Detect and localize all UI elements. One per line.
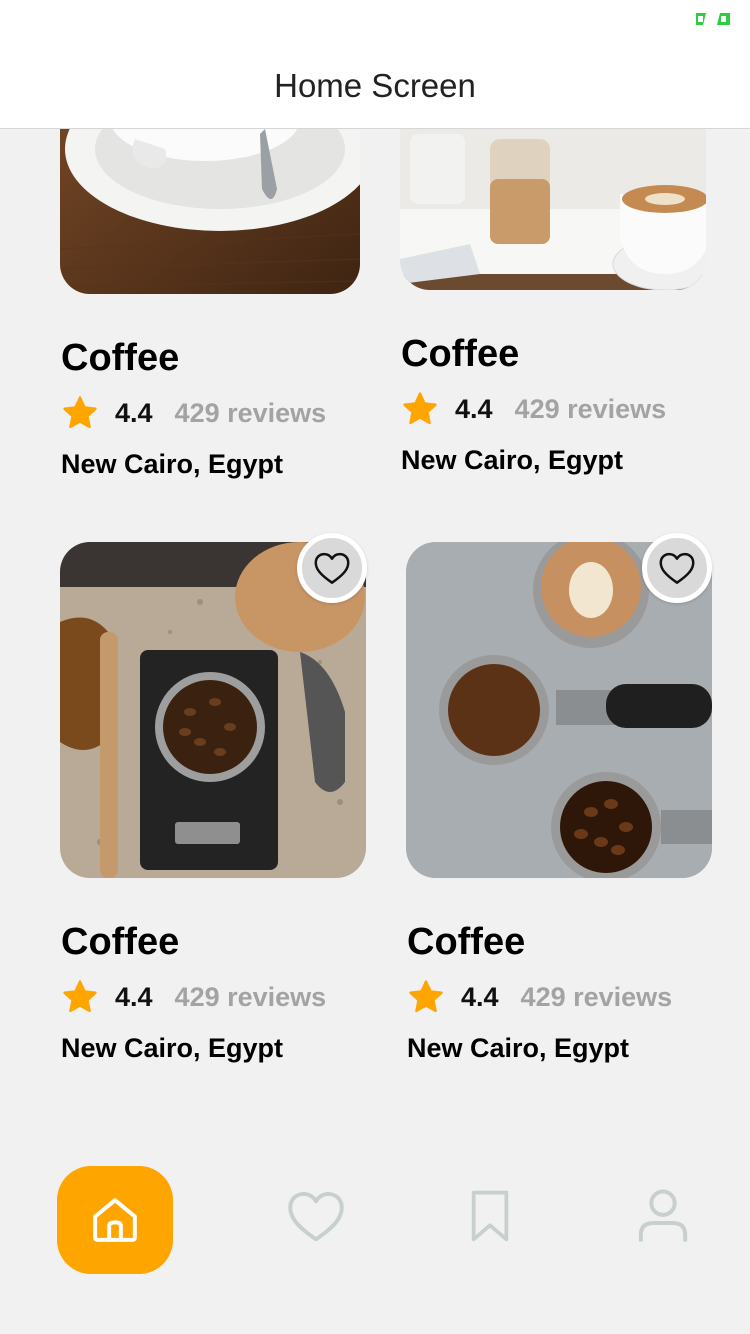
place-location: New Cairo, Egypt [407,1033,630,1063]
tab-bookmarks[interactable] [440,1166,540,1266]
tab-profile[interactable] [613,1166,713,1266]
rating-value: 4.4 [115,397,153,428]
favorite-button[interactable] [297,533,367,603]
tab-favorites[interactable] [266,1166,366,1266]
review-count: 429 reviews [174,981,327,1012]
review-count: 429 reviews [514,393,667,424]
star-icon [409,980,443,1013]
review-count: 429 reviews [520,981,673,1012]
review-count: 429 reviews [174,397,327,428]
rating-row: 4.4 429 reviews [61,978,326,1016]
place-card[interactable]: Coffee 4.4 429 reviews New Cairo, Egypt [0,529,375,1089]
battery-icon [696,13,730,25]
bookmark-icon [471,1190,509,1242]
place-title: Coffee [407,921,526,963]
heart-icon [314,552,350,584]
place-title: Coffee [61,921,180,963]
place-card[interactable]: Coffee 4.4 429 reviews New Cairo, Egypt [375,129,750,489]
rating-value: 4.4 [455,393,493,424]
rating-row: 4.4 429 reviews [401,390,666,428]
rating-value: 4.4 [461,981,499,1012]
place-card[interactable]: Coffee 4.4 429 reviews New Cairo, Egypt [375,529,750,1089]
page-title: Home Screen [274,67,476,104]
place-location: New Cairo, Egypt [61,1033,284,1063]
home-icon [93,1198,137,1242]
rating-row: 4.4 429 reviews [407,978,672,1016]
tab-home[interactable] [57,1166,173,1274]
navigation-header: Home Screen [0,44,750,129]
favorite-button[interactable] [642,533,712,603]
rating-row: 4.4 429 reviews [61,394,326,432]
place-title: Coffee [61,337,180,379]
heart-icon [659,552,695,584]
place-title: Coffee [401,333,520,375]
bottom-tab-bar [0,1150,750,1334]
rating-value: 4.4 [115,981,153,1012]
place-location: New Cairo, Egypt [401,445,624,475]
place-list[interactable]: Coffee 4.4 429 reviews New Cairo, Egypt [0,129,750,1150]
star-icon [403,392,437,425]
heart-icon [288,1191,344,1242]
place-card[interactable]: Coffee 4.4 429 reviews New Cairo, Egypt [0,129,375,489]
latte-table-image[interactable] [400,129,706,290]
status-bar [0,0,750,44]
place-location: New Cairo, Egypt [61,449,284,479]
star-icon [63,396,97,429]
user-icon [638,1189,688,1242]
coffee-cup-image[interactable] [60,129,360,294]
star-icon [63,980,97,1013]
